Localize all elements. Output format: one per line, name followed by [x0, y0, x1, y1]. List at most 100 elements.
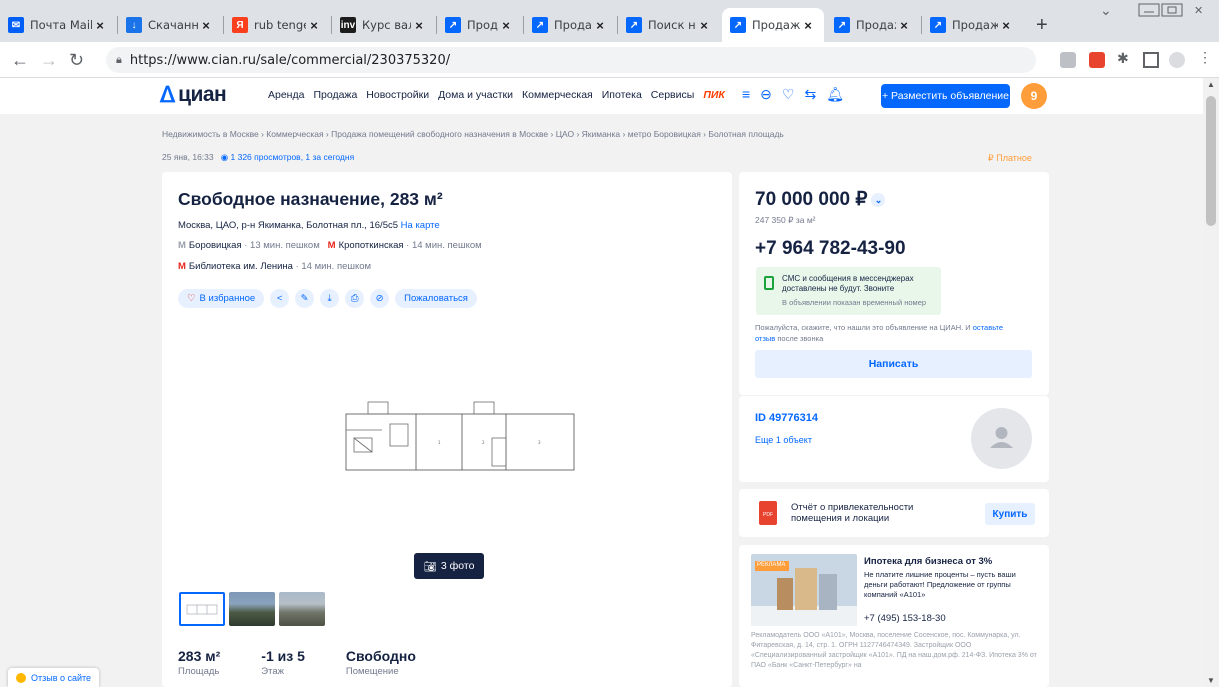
- fact-status: Свободно Помещение: [345, 648, 416, 677]
- extension-icon[interactable]: [1060, 52, 1076, 68]
- favicon-icon: inv: [340, 17, 356, 33]
- address-bar[interactable]: 🔒︎ https://www.cian.ru/sale/commercial/2…: [106, 47, 1036, 73]
- agent-card: ID 49776314 Еще 1 объект: [739, 396, 1049, 482]
- photos-button[interactable]: 📷︎ 3 фото: [414, 553, 484, 579]
- close-tab-icon[interactable]: ×: [896, 18, 912, 33]
- browser-tab[interactable]: ↗ Продаю×: [437, 8, 522, 42]
- site-feedback-button[interactable]: Отзыв о сайте: [8, 668, 100, 687]
- compare-icon[interactable]: ≡: [742, 86, 750, 103]
- favorite-button[interactable]: ♡ В избранное: [178, 289, 265, 308]
- print-button[interactable]: ⎙: [345, 289, 365, 308]
- hide-button[interactable]: ⊘: [370, 289, 390, 308]
- scrollbar-thumb[interactable]: [1206, 96, 1216, 226]
- browser-tab[interactable]: ↗ Поиск на×: [618, 8, 720, 42]
- cian-logo[interactable]: ᐃ циан: [160, 82, 227, 108]
- price: 70 000 000 ₽ ⌄: [755, 188, 886, 211]
- thumbnail-photo[interactable]: [229, 592, 275, 626]
- nav-item[interactable]: Сервисы: [651, 89, 695, 101]
- tab-search-icon[interactable]: ⌄: [1100, 2, 1112, 19]
- complain-button[interactable]: Пожаловаться: [395, 289, 477, 308]
- puzzle-icon[interactable]: ✱: [1117, 50, 1133, 66]
- download-button[interactable]: ⤓: [320, 289, 340, 308]
- address: Москва, ЦАО, р-н Якиманка, Болотная пл.,…: [178, 220, 440, 231]
- browser-tab[interactable]: ✉ Почта Mail.ru×: [0, 8, 116, 42]
- breadcrumb[interactable]: Недвижимость в Москве › Коммерческая › П…: [162, 129, 784, 139]
- phone-icon: [764, 276, 774, 290]
- agent-id[interactable]: ID 49776314: [755, 412, 818, 424]
- nav-item[interactable]: Дома и участки: [438, 89, 513, 101]
- thumbnail-photo[interactable]: [279, 592, 325, 626]
- phone-number[interactable]: +7 964 782-43-90: [755, 238, 906, 260]
- nav-item[interactable]: Аренда: [268, 89, 304, 101]
- favicon-icon: ↗: [445, 17, 461, 33]
- favorites-icon[interactable]: ♡: [782, 86, 795, 103]
- metro-icon: M: [178, 261, 186, 272]
- forward-icon[interactable]: →: [40, 50, 58, 71]
- close-tab-icon[interactable]: ×: [92, 18, 108, 33]
- views-link[interactable]: 1 326 просмотров, 1 за сегодня: [231, 152, 355, 162]
- ad-image[interactable]: РЕКЛАМА: [751, 554, 857, 626]
- scroll-down-icon[interactable]: ▼: [1207, 676, 1215, 685]
- close-tab-icon[interactable]: ×: [998, 18, 1014, 33]
- nav-item[interactable]: Ипотека: [602, 89, 642, 101]
- browser-toolbar: ← → ↻ 🔒︎ https://www.cian.ru/sale/commer…: [0, 42, 1219, 78]
- nav-item[interactable]: Новостройки: [366, 89, 429, 101]
- close-tab-icon[interactable]: ×: [411, 18, 427, 33]
- floor-plan-image[interactable]: 1 2 3: [342, 398, 582, 472]
- extension-icon[interactable]: [1089, 52, 1105, 68]
- nav-item[interactable]: Коммерческая: [522, 89, 593, 101]
- avatar: [971, 408, 1032, 469]
- ad-title[interactable]: Ипотека для бизнеса от 3%: [864, 556, 992, 567]
- browser-tab[interactable]: inv Курс валют×: [332, 8, 435, 42]
- buy-report-button[interactable]: Купить: [985, 503, 1035, 525]
- saved-search-icon[interactable]: ⇆: [804, 86, 816, 103]
- page-scrollbar[interactable]: ▲ ▼: [1203, 78, 1219, 687]
- post-ad-button[interactable]: + Разместить объявление: [881, 84, 1010, 108]
- menu-icon[interactable]: ⋮: [1198, 49, 1214, 65]
- ad-card[interactable]: РЕКЛАМА Ипотека для бизнеса от 3% Не пла…: [739, 545, 1049, 687]
- browser-tab[interactable]: ↗ Продажа×: [722, 8, 824, 42]
- favicon-icon: ↗: [626, 17, 642, 33]
- chat-icon[interactable]: ⊖: [760, 86, 772, 103]
- thumbnail-plan[interactable]: [179, 592, 225, 626]
- tab-title: Продаю: [554, 18, 592, 32]
- share-button[interactable]: <: [270, 289, 290, 308]
- profile-icon[interactable]: [1169, 52, 1185, 68]
- browser-tab[interactable]: ↗ Продаю×: [524, 8, 616, 42]
- ad-legal-text: Рекламодатель ООО «А101», Москва, поселе…: [751, 632, 1037, 669]
- report-text: Отчёт о привлекательности помещения и ло…: [791, 502, 914, 524]
- notifications-icon[interactable]: 🔔︎: [826, 86, 844, 103]
- browser-tab[interactable]: ↓ Скачанные файлы×: [118, 8, 222, 42]
- ad-phone[interactable]: +7 (495) 153-18-30: [864, 613, 946, 624]
- more-objects-link[interactable]: Еще 1 объект: [755, 435, 812, 445]
- site-header: ᐃ циан Аренда Продажа Новостройки Дома и…: [0, 78, 1203, 114]
- scroll-up-icon[interactable]: ▲: [1207, 80, 1215, 89]
- price-dropdown-icon[interactable]: ⌄: [871, 192, 886, 207]
- on-map-link[interactable]: На карте: [401, 220, 440, 231]
- user-avatar[interactable]: 9: [1021, 83, 1047, 109]
- nav-item[interactable]: Продажа: [313, 89, 357, 101]
- back-icon[interactable]: ←: [11, 50, 29, 71]
- print-icon: ⎙: [350, 293, 359, 304]
- listing-facts: 283 м² Площадь -1 из 5 Этаж Свободно Пом…: [178, 648, 416, 677]
- tab-title: Поиск на: [648, 18, 696, 32]
- browser-tab[interactable]: ↗ Продажа×: [922, 8, 1022, 42]
- nav-item-pik[interactable]: ПИК: [703, 89, 725, 101]
- eye-icon: ◉: [220, 152, 229, 162]
- close-tab-icon[interactable]: ×: [198, 18, 214, 33]
- feedback-hint: Пожалуйста, скажите, что нашли это объяв…: [755, 323, 1004, 343]
- browser-tab[interactable]: ↗ Продажа×: [826, 8, 920, 42]
- window-controls[interactable]: ✕: [1138, 3, 1214, 17]
- browser-tab[interactable]: Яrub tenge ×: [224, 8, 330, 42]
- close-tab-icon[interactable]: ×: [306, 18, 322, 33]
- close-tab-icon[interactable]: ×: [800, 18, 816, 33]
- note-button[interactable]: ✎: [295, 289, 315, 308]
- new-tab-button[interactable]: +: [1036, 14, 1048, 37]
- close-tab-icon[interactable]: ×: [696, 18, 712, 33]
- reading-list-icon[interactable]: [1143, 52, 1159, 68]
- close-tab-icon[interactable]: ×: [592, 18, 608, 33]
- close-tab-icon[interactable]: ×: [498, 18, 514, 33]
- reload-icon[interactable]: ↻: [69, 50, 84, 71]
- download-icon: ⤓: [327, 293, 332, 304]
- write-button[interactable]: Написать: [755, 350, 1032, 378]
